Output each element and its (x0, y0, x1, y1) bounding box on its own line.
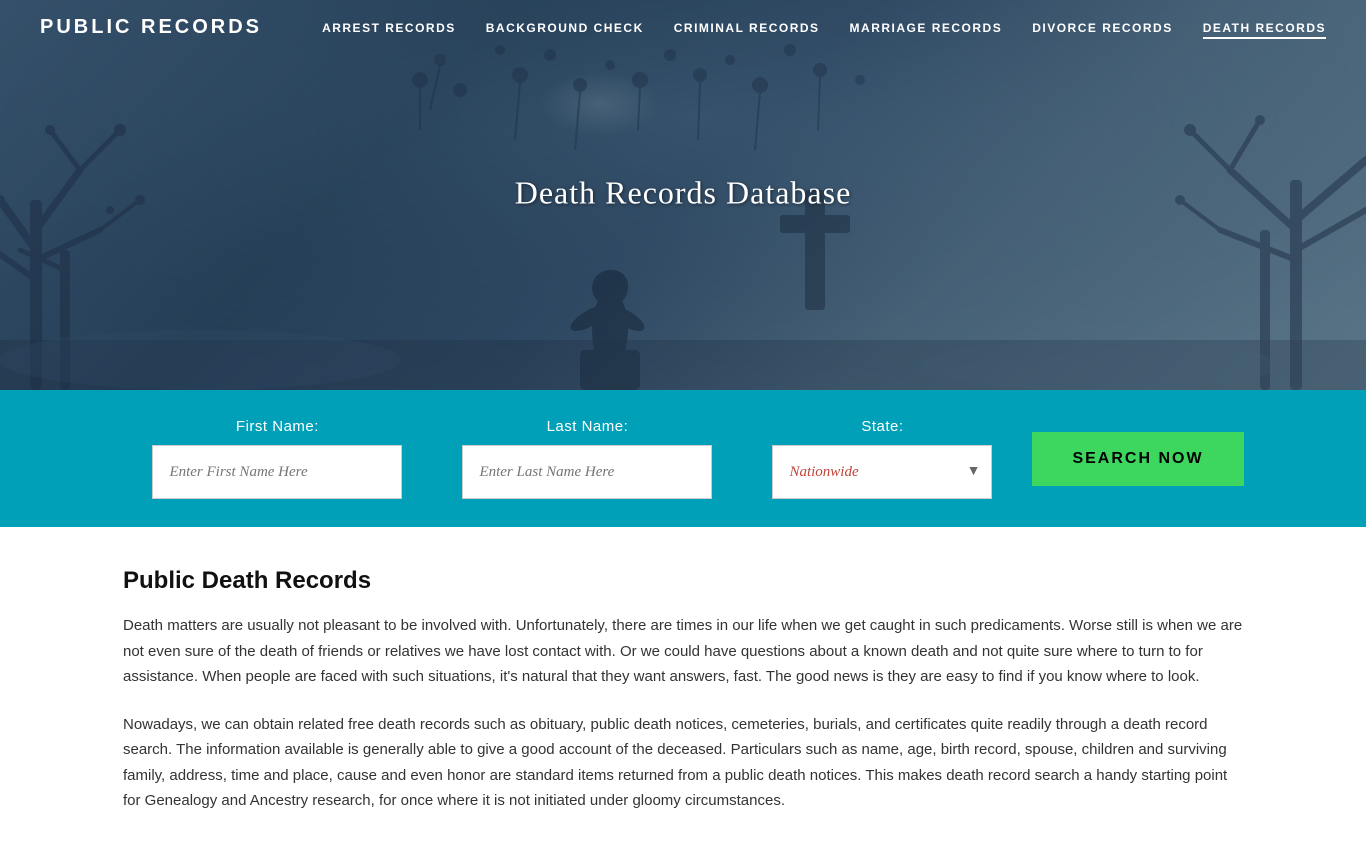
search-section: First Name: Last Name: State: Nationwide… (0, 390, 1366, 527)
hero-section: Death Records Database (0, 0, 1366, 390)
state-field: State: NationwideAlabamaAlaskaArizonaArk… (742, 418, 1022, 499)
first-name-field: First Name: (122, 418, 432, 499)
nav-link-background[interactable]: BACKGROUND CHECK (486, 21, 644, 35)
nav-item-death[interactable]: DEATH RECORDS (1203, 19, 1326, 37)
content-paragraph-1: Death matters are usually not pleasant t… (123, 613, 1243, 690)
nav-link-divorce[interactable]: DIVORCE RECORDS (1032, 21, 1173, 35)
nav-item-criminal[interactable]: CRIMINAL RECORDS (674, 19, 820, 37)
nav-item-marriage[interactable]: MARRIAGE RECORDS (850, 19, 1003, 37)
navigation: PUBLIC RECORDS ARREST RECORDS BACKGROUND… (0, 0, 1366, 55)
content-section: Public Death Records Death matters are u… (83, 527, 1283, 866)
search-now-button[interactable]: SEARCH NOW (1032, 432, 1243, 486)
content-paragraph-2: Nowadays, we can obtain related free dea… (123, 712, 1243, 814)
content-heading: Public Death Records (123, 567, 1243, 595)
first-name-label: First Name: (236, 418, 319, 435)
nav-item-divorce[interactable]: DIVORCE RECORDS (1032, 19, 1173, 37)
nav-links: ARREST RECORDS BACKGROUND CHECK CRIMINAL… (322, 19, 1326, 37)
state-select[interactable]: NationwideAlabamaAlaskaArizonaArkansasCa… (772, 445, 992, 499)
state-label: State: (861, 418, 903, 435)
last-name-input[interactable] (462, 445, 712, 499)
nav-item-background[interactable]: BACKGROUND CHECK (486, 19, 644, 37)
nav-item-arrest[interactable]: ARREST RECORDS (322, 19, 456, 37)
nav-link-arrest[interactable]: ARREST RECORDS (322, 21, 456, 35)
nav-link-criminal[interactable]: CRIMINAL RECORDS (674, 21, 820, 35)
nav-link-marriage[interactable]: MARRIAGE RECORDS (850, 21, 1003, 35)
state-select-wrapper: NationwideAlabamaAlaskaArizonaArkansasCa… (772, 445, 992, 499)
hero-title: Death Records Database (515, 175, 852, 212)
last-name-label: Last Name: (547, 418, 629, 435)
nav-link-death[interactable]: DEATH RECORDS (1203, 21, 1326, 39)
first-name-input[interactable] (152, 445, 402, 499)
brand-logo[interactable]: PUBLIC RECORDS (40, 16, 262, 39)
last-name-field: Last Name: (432, 418, 742, 499)
